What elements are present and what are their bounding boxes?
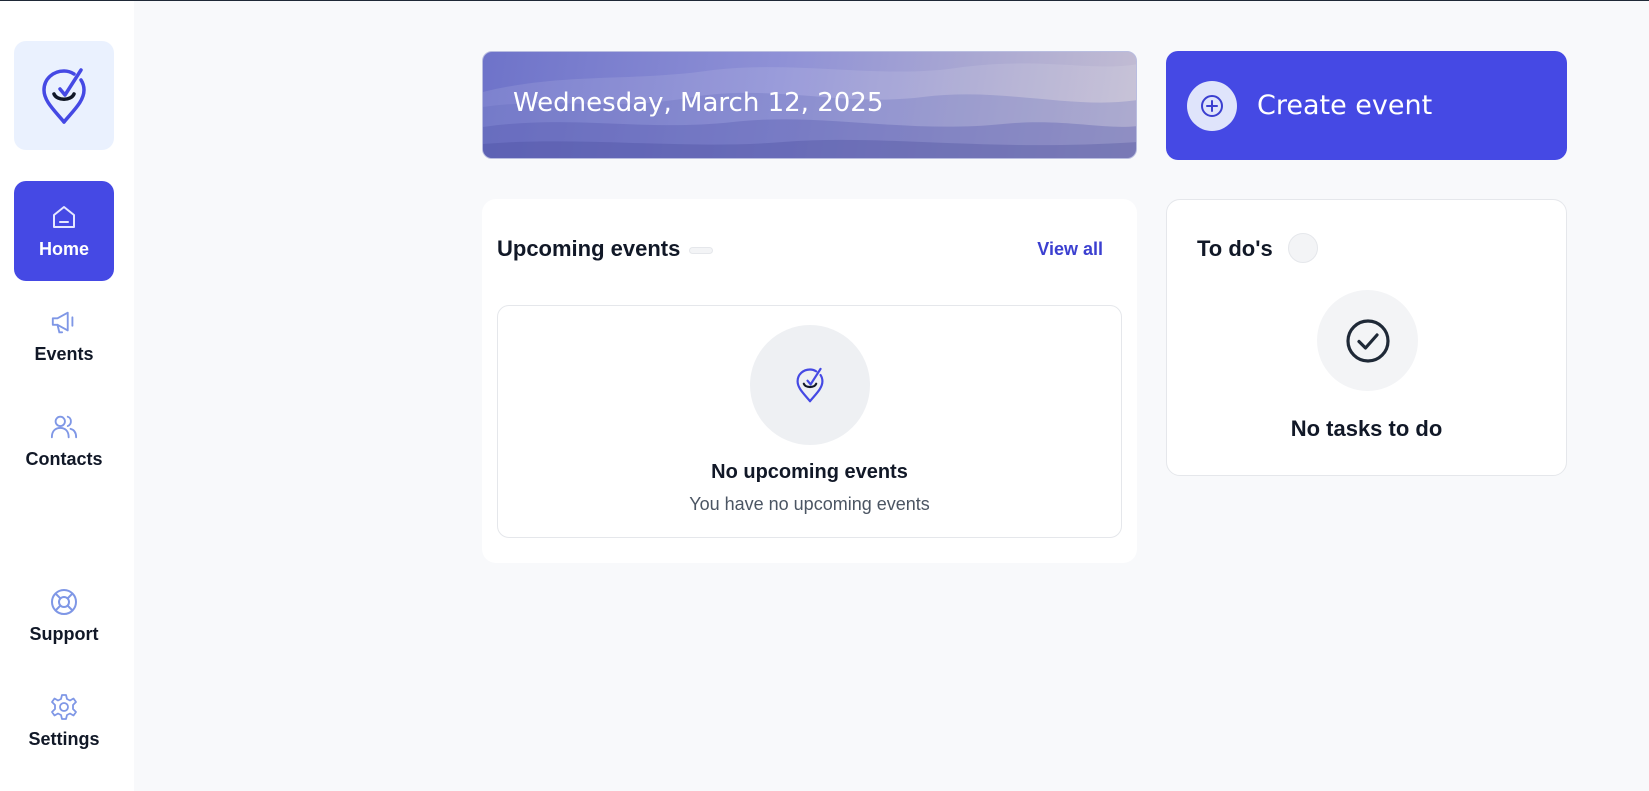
nav-home[interactable]: Home — [14, 181, 114, 281]
nav-events-label: Events — [34, 343, 94, 364]
sidebar: Home Events Contacts Support Settings — [0, 1, 134, 791]
upcoming-events-empty-state: No upcoming events You have no upcoming … — [497, 305, 1122, 538]
map-pin-check-logo-icon — [42, 67, 86, 124]
plus-circle-icon — [1187, 80, 1237, 131]
nav-contacts[interactable]: Contacts — [14, 391, 114, 491]
create-event-button[interactable]: Create event — [1166, 51, 1567, 160]
todos-card: To do's No tasks to do — [1166, 199, 1567, 476]
todos-title: To do's — [1197, 236, 1273, 261]
upcoming-events-count-badge — [689, 247, 713, 254]
nav-support-label: Support — [29, 623, 99, 644]
empty-todos-title: No tasks to do — [1290, 416, 1443, 441]
nav-contacts-label: Contacts — [25, 448, 103, 469]
empty-todos-illustration — [1317, 290, 1418, 391]
date-banner: Wednesday, March 12, 2025 — [482, 51, 1137, 159]
upcoming-events-title: Upcoming events — [497, 236, 681, 261]
nav-events[interactable]: Events — [14, 286, 114, 386]
view-all-events-link[interactable]: View all — [1037, 239, 1103, 260]
nav-settings-label: Settings — [28, 728, 100, 749]
map-pin-check-icon — [796, 367, 824, 403]
current-date: Wednesday, March 12, 2025 — [513, 88, 884, 118]
home-icon — [50, 203, 78, 231]
todos-count-badge — [1288, 233, 1318, 263]
nav-support[interactable]: Support — [14, 566, 114, 666]
create-event-label: Create event — [1257, 90, 1433, 121]
check-circle-icon — [1345, 318, 1390, 363]
lifebuoy-icon — [50, 588, 78, 616]
empty-events-subtitle: You have no upcoming events — [689, 494, 930, 514]
empty-events-title: No upcoming events — [711, 461, 908, 483]
nav-home-label: Home — [38, 238, 89, 259]
nav-settings[interactable]: Settings — [14, 671, 114, 771]
gear-icon — [50, 693, 78, 721]
upcoming-events-card: Upcoming events View all No upcoming eve… — [482, 199, 1137, 563]
users-icon — [50, 413, 78, 441]
app-logo[interactable] — [14, 41, 114, 150]
megaphone-icon — [50, 308, 78, 336]
empty-events-illustration — [750, 325, 870, 445]
